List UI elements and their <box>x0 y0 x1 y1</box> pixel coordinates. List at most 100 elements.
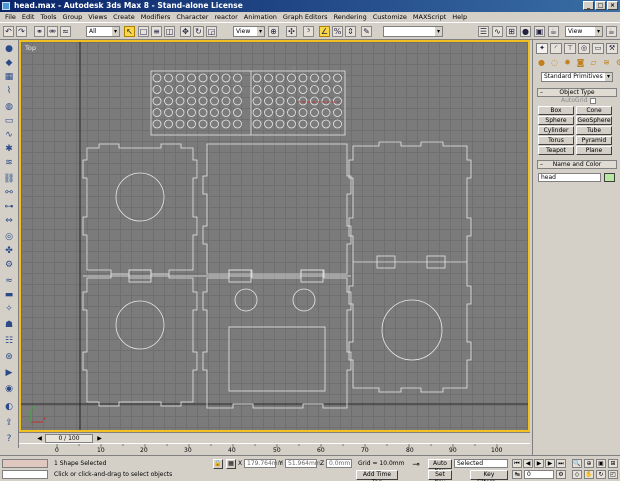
shapes-icon[interactable]: ◌ <box>549 58 560 68</box>
ragdoll-icon[interactable]: ☗ <box>3 320 15 331</box>
named-selection-sets-dropdown[interactable] <box>383 26 443 37</box>
constraint-icon[interactable]: ⛓ <box>3 174 15 185</box>
car-wheel-icon[interactable]: ◎ <box>3 232 15 243</box>
menu-customize[interactable]: Customize <box>370 12 410 22</box>
selection-filter-dropdown[interactable]: All <box>86 26 120 37</box>
add-time-tag-button[interactable]: Add Time Tag <box>356 470 398 481</box>
hinge-icon[interactable]: ⚯ <box>3 188 15 199</box>
object-name-field[interactable]: head <box>538 173 601 182</box>
maximize-button[interactable]: □ <box>595 1 606 10</box>
maximize-viewport-icon[interactable]: ◰ <box>608 470 618 479</box>
reference-coordinate-dropdown[interactable]: View <box>233 26 265 37</box>
space-warps-icon[interactable]: ≋ <box>601 58 612 68</box>
fan-icon[interactable]: ✤ <box>3 246 15 257</box>
preview-animation-icon[interactable]: ▶ <box>3 368 15 379</box>
key-filters-button[interactable]: Key Filters... <box>470 470 508 481</box>
field-of-view-icon[interactable]: ◇ <box>572 470 582 479</box>
utilities-tab-icon[interactable]: ⚒ <box>606 43 618 54</box>
absolute-mode-icon[interactable]: ▦ <box>226 459 236 469</box>
menu-modifiers[interactable]: Modifiers <box>138 12 174 22</box>
motor-icon[interactable]: ⚙ <box>3 260 15 271</box>
hierarchy-tab-icon[interactable]: ⊤ <box>564 43 576 54</box>
left-bottom-panel[interactable] <box>82 273 198 407</box>
systems-icon[interactable]: ⚙ <box>614 58 620 68</box>
cloth-icon[interactable]: ▦ <box>3 72 15 83</box>
pan-icon[interactable]: ✋ <box>584 470 594 479</box>
cameras-icon[interactable]: ◙ <box>575 58 586 68</box>
plane-button[interactable]: Plane <box>576 146 612 155</box>
arc-rotate-icon[interactable]: ↻ <box>596 470 606 479</box>
select-scale-icon[interactable]: ◲ <box>206 26 217 37</box>
perforated-plate[interactable]: + <box>150 64 346 136</box>
convexity-test-icon[interactable]: ◐ <box>3 402 15 413</box>
middle-top-panel[interactable] <box>202 143 352 275</box>
menu-graph-editors[interactable]: Graph Editors <box>280 12 331 22</box>
menu-character[interactable]: Character <box>173 12 211 22</box>
torus-button[interactable]: Torus <box>538 136 574 145</box>
menu-file[interactable]: File <box>2 12 19 22</box>
geometry-icon[interactable]: ● <box>536 58 547 68</box>
next-frame-icon[interactable]: ▶ <box>545 459 555 468</box>
about-reactor-icon[interactable]: ? <box>3 434 15 445</box>
redo-icon[interactable]: ↷ <box>16 26 27 37</box>
create-animation-icon[interactable]: ◉ <box>3 384 15 395</box>
spring-icon[interactable]: ∿ <box>3 130 15 141</box>
geosphere-button[interactable]: GeoSphere <box>576 116 612 125</box>
link-icon[interactable]: ⚭ <box>34 26 45 37</box>
left-top-panel[interactable] <box>82 143 198 275</box>
plane-icon[interactable]: ▭ <box>3 116 15 127</box>
maxscript-listener-mini[interactable] <box>2 459 48 468</box>
zoom-extents-icon[interactable]: ▣ <box>596 459 606 468</box>
snaps-toggle-icon[interactable]: ³ <box>303 26 314 37</box>
top-viewport[interactable]: + x y Top <box>19 40 530 432</box>
current-frame-field[interactable]: 0 <box>524 470 554 479</box>
tube-button[interactable]: Tube <box>576 126 612 135</box>
zoom-extents-all-icon[interactable]: ⊞ <box>608 459 618 468</box>
display-tab-icon[interactable]: ▭ <box>592 43 604 54</box>
lock-selection-icon[interactable]: 🔒 <box>213 459 223 469</box>
maxscript-input-mini[interactable] <box>2 470 48 479</box>
time-slider-prev-arrow[interactable]: ◀ <box>35 434 44 443</box>
go-to-end-icon[interactable]: ⏭ <box>556 459 566 468</box>
minimize-button[interactable]: _ <box>583 1 594 10</box>
y-coordinate-field[interactable]: 51.964mm <box>285 459 321 468</box>
cylinder-button[interactable]: Cylinder <box>538 126 574 135</box>
time-slider-thumb[interactable]: 0 / 100 <box>45 434 93 443</box>
undo-icon[interactable]: ↶ <box>3 26 14 37</box>
select-move-icon[interactable]: ✥ <box>180 26 191 37</box>
pivot-center-icon[interactable]: ⊕ <box>268 26 279 37</box>
wind-icon[interactable]: ≈ <box>3 276 15 287</box>
sphere-button[interactable]: Sphere <box>538 116 574 125</box>
selected-set-dropdown[interactable]: Selected <box>454 459 508 468</box>
named-selection-icon[interactable]: ✎ <box>361 26 372 37</box>
material-editor-icon[interactable]: ● <box>520 26 531 37</box>
name-and-color-rollout[interactable]: – Name and Color <box>537 160 617 169</box>
motion-tab-icon[interactable]: ◎ <box>578 43 590 54</box>
auto-key-button[interactable]: Auto Key <box>428 459 452 475</box>
render-type-dropdown[interactable]: View <box>565 26 603 37</box>
play-icon[interactable]: ▶ <box>534 459 544 468</box>
rope-icon[interactable]: ⌇ <box>3 86 15 97</box>
set-key-button[interactable]: Set Key <box>428 470 452 481</box>
menu-maxscript[interactable]: MAXScript <box>410 12 449 22</box>
fracture-icon[interactable]: ✱ <box>3 144 15 155</box>
autogrid-check-icon[interactable] <box>589 97 596 104</box>
render-last-icon[interactable]: ☕ <box>606 26 617 37</box>
render-scene-icon[interactable]: ▣ <box>534 26 545 37</box>
curve-editor-icon[interactable]: ∿ <box>492 26 503 37</box>
menu-reactor[interactable]: reactor <box>211 12 240 22</box>
zoom-icon[interactable]: 🔍 <box>572 459 582 468</box>
x-coordinate-field[interactable]: 179.764mm <box>244 459 284 468</box>
menu-create[interactable]: Create <box>110 12 138 22</box>
lights-icon[interactable]: ✹ <box>562 58 573 68</box>
cone-button[interactable]: Cone <box>576 106 612 115</box>
viewport-label[interactable]: Top <box>25 44 36 52</box>
previous-frame-icon[interactable]: ◀ <box>523 459 533 468</box>
analyze-world-icon[interactable]: ⊛ <box>3 352 15 363</box>
right-panel[interactable] <box>348 141 472 393</box>
pyramid-button[interactable]: Pyramid <box>576 136 612 145</box>
time-slider[interactable]: ◀ 0 / 100 ▶ <box>19 432 530 443</box>
point-to-point-icon[interactable]: ⊶ <box>3 202 15 213</box>
menu-tools[interactable]: Tools <box>37 12 59 22</box>
select-manipulate-icon[interactable]: ✣ <box>286 26 297 37</box>
